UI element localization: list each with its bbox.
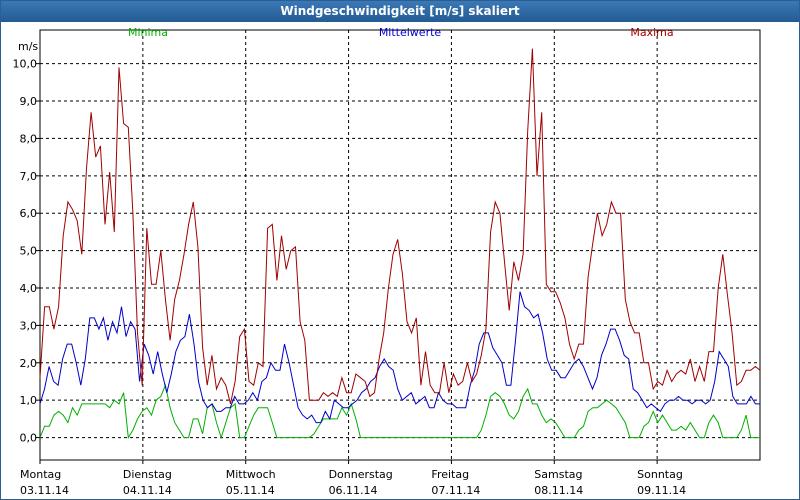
legend-entry-mittelwerte: Mittelwerte — [379, 26, 442, 39]
x-tick-day-label: Donnerstag — [329, 468, 393, 481]
y-tick-label: 0,0 — [20, 432, 38, 445]
x-tick-day-label: Samstag — [534, 468, 582, 481]
series-lines — [39, 48, 761, 440]
x-tick-date-label: 09.11.14 — [637, 484, 686, 497]
x-tick-date-label: 03.11.14 — [20, 484, 69, 497]
series-line-maxima — [39, 48, 761, 405]
x-tick-date-label: 05.11.14 — [226, 484, 275, 497]
series-line-minima — [39, 383, 760, 440]
x-tick-date-label: 07.11.14 — [431, 484, 480, 497]
y-tick-label: 4,0 — [20, 282, 38, 295]
legend-entry-maxima: Maxima — [630, 26, 673, 39]
x-tick-date-label: 04.11.14 — [123, 484, 172, 497]
x-tick-day-label: Sonntag — [637, 468, 683, 481]
x-tick-date-label: 08.11.14 — [534, 484, 583, 497]
x-tick-day-label: Freitag — [431, 468, 469, 481]
y-tick-label: 9,0 — [20, 95, 38, 108]
x-tick-day-label: Mittwoch — [226, 468, 276, 481]
x-axis: Montag 03.11.14 Dienstag 04.11.14 Mittwoch 05… — [20, 460, 686, 497]
legend-entry-minima: Minima — [128, 26, 168, 39]
y-tick-label: 3,0 — [20, 319, 38, 332]
legend: Minima Mittelwerte Maxima — [128, 26, 674, 39]
y-axis-unit-label: m/s — [18, 40, 38, 53]
y-tick-label: 10,0 — [13, 58, 38, 71]
x-tick-date-label: 06.11.14 — [329, 484, 378, 497]
y-tick-label: 5,0 — [20, 245, 38, 258]
y-tick-label: 2,0 — [20, 357, 38, 370]
series-line-mittelwerte — [39, 291, 760, 424]
y-tick-label: 1,0 — [20, 394, 38, 407]
x-tick-day-label: Montag — [20, 468, 61, 481]
wind-speed-chart: m/s 0,0 1,0 2,0 3,0 4,0 5,0 6,0 7,0 8,0 9,0 10,0 M… — [13, 26, 761, 497]
x-tick-day-label: Dienstag — [123, 468, 172, 481]
y-tick-label: 8,0 — [20, 132, 38, 145]
y-axis: m/s 0,0 1,0 2,0 3,0 4,0 5,0 6,0 7,0 8,0 9,0 10,0 — [13, 40, 40, 445]
y-tick-label: 6,0 — [20, 207, 38, 220]
y-tick-label: 7,0 — [20, 170, 38, 183]
